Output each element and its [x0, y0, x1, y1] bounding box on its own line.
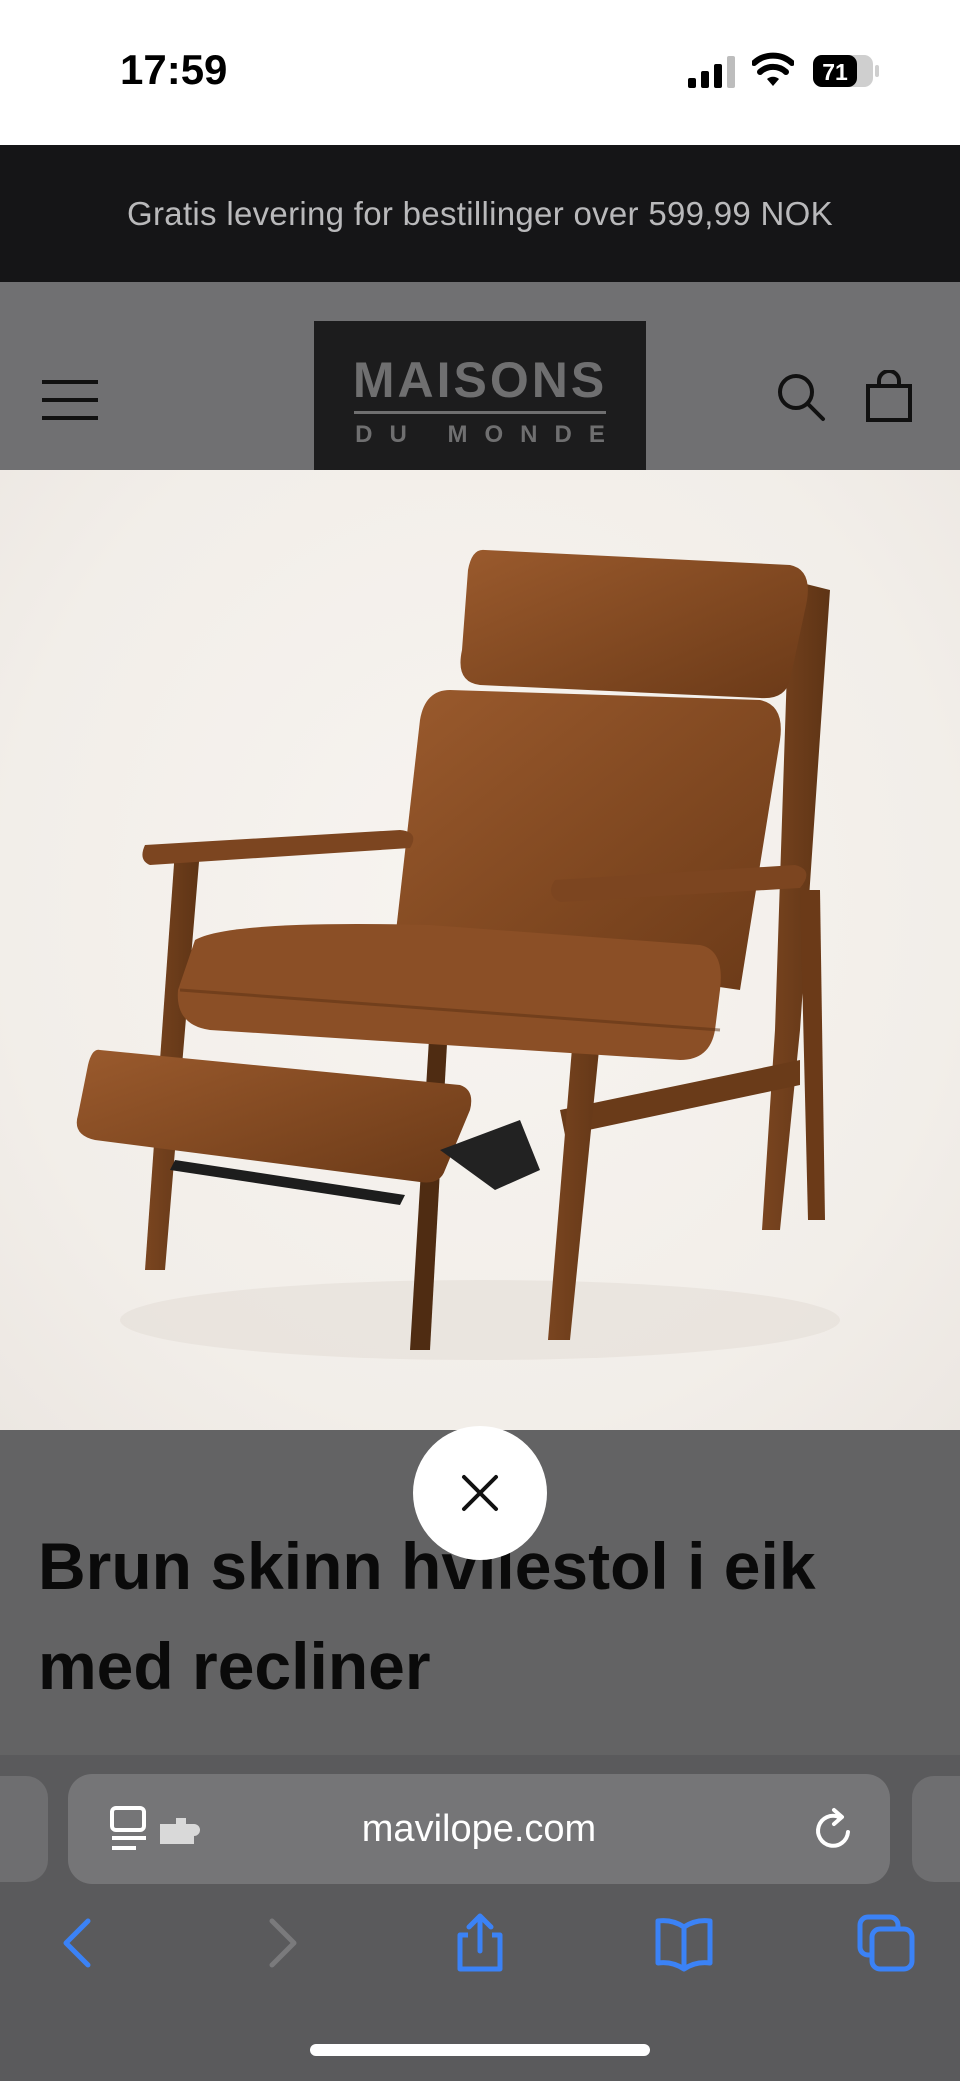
close-icon — [462, 1475, 498, 1511]
address-bar[interactable]: mavilope.com — [68, 1774, 890, 1884]
home-indicator[interactable] — [310, 2044, 650, 2056]
battery-icon: 71 — [812, 54, 880, 88]
status-bar: 17:59 71 — [0, 0, 960, 145]
cellular-signal-icon — [688, 56, 735, 88]
promo-banner[interactable]: Gratis levering for bestillinger over 59… — [0, 145, 960, 282]
next-tab-preview[interactable] — [912, 1776, 960, 1882]
share-icon[interactable] — [450, 1913, 510, 1973]
logo-sub-text: DU MONDE — [355, 421, 622, 448]
browser-toolbar: mavilope.com — [0, 1755, 960, 2081]
hamburger-menu-icon[interactable] — [40, 378, 100, 422]
tabs-icon[interactable] — [856, 1913, 916, 1973]
promo-text: Gratis levering for bestillinger over 59… — [127, 194, 833, 232]
site-header: MAISONS DU MONDE — [0, 282, 960, 470]
logo-divider — [354, 411, 606, 414]
wifi-icon — [752, 52, 794, 86]
url-text: mavilope.com — [361, 1808, 597, 1850]
forward-arrow-icon[interactable] — [250, 1913, 310, 1973]
back-arrow-icon[interactable] — [50, 1913, 110, 1973]
logo-main-text: MAISONS — [352, 352, 608, 408]
search-icon[interactable] — [776, 372, 826, 422]
brand-logo[interactable]: MAISONS DU MONDE — [314, 321, 646, 470]
battery-level: 71 — [822, 59, 848, 85]
close-overlay-button[interactable] — [413, 1426, 547, 1560]
shopping-bag-icon[interactable] — [864, 370, 914, 422]
bookmarks-icon[interactable] — [654, 1913, 714, 1973]
product-image[interactable] — [0, 470, 960, 1430]
status-time: 17:59 — [120, 46, 228, 93]
previous-tab-preview[interactable] — [0, 1776, 48, 1882]
recliner-chair-illustration — [76, 549, 840, 1360]
reload-icon[interactable] — [812, 1806, 856, 1852]
